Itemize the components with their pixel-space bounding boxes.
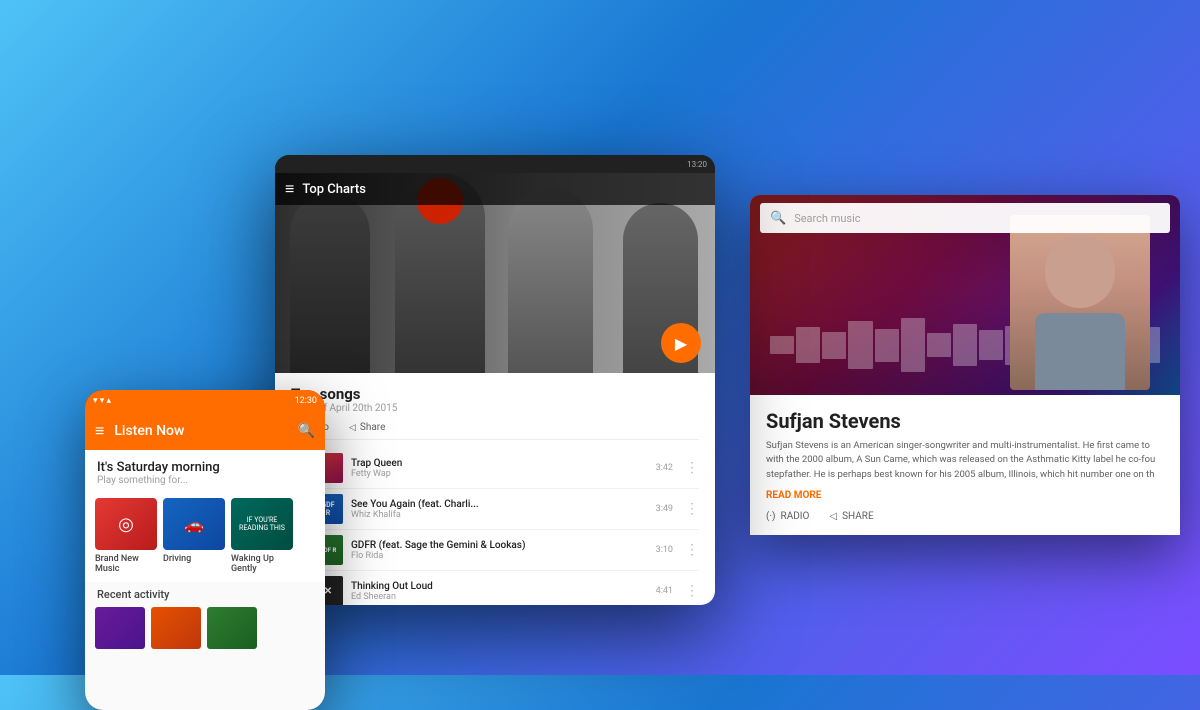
wave-bar-2 — [796, 327, 820, 363]
song-name-4: Thinking Out Loud — [351, 581, 648, 592]
search-icon[interactable]: 🔍 — [298, 423, 315, 439]
song-duration-2: 3:49 — [656, 504, 673, 514]
song-artist-3: Flo Rida — [351, 551, 648, 561]
song-artist-4: Ed Sheeran — [351, 592, 648, 602]
song-row-3[interactable]: 3 GDF R GDFR (feat. Sage the Gemini & Lo… — [291, 530, 699, 571]
song-duration-4: 4:41 — [656, 586, 673, 596]
song-more-3[interactable]: ⋮ — [685, 542, 699, 558]
laptop-radio-label: RADIO — [781, 511, 810, 522]
laptop-share-icon: ◁ — [829, 511, 837, 522]
phone-card-label-2: Waking Up Gently — [231, 554, 293, 574]
song-name-2: See You Again (feat. Charli... — [351, 499, 648, 510]
phone-card-img-driving: 🚗 — [163, 498, 225, 550]
menu-icon[interactable]: ≡ — [95, 421, 104, 441]
song-more-1[interactable]: ⋮ — [685, 460, 699, 476]
wave-bar-6 — [901, 318, 925, 372]
tablet-status-time: 13:20 — [687, 160, 707, 169]
laptop-radio-icon: (·) — [766, 511, 776, 522]
laptop-actions-row: (·) RADIO ◁ SHARE — [766, 511, 1164, 522]
phone-toolbar: ≡ Listen Now 🔍 — [85, 412, 325, 450]
laptop-panel: Sufjan Stevens Sufjan Stevens is an Amer… — [750, 395, 1180, 535]
phone-status-time: 12:30 — [295, 396, 317, 406]
phone-greeting: It's Saturday morning Play something for… — [85, 450, 325, 490]
tablet-actions-row: (·) Radio ◁ Share — [291, 422, 699, 440]
wave-bar-3 — [822, 332, 846, 359]
laptop-share-action[interactable]: ◁ SHARE — [829, 511, 873, 522]
share-icon: ◁ — [349, 423, 356, 433]
phone-device: ▾ ▾ ▴ 12:30 ≡ Listen Now 🔍 It's Saturday… — [85, 390, 325, 710]
song-artist-2: Whiz Khalifa — [351, 510, 648, 520]
song-more-2[interactable]: ⋮ — [685, 501, 699, 517]
phone-recent-row — [85, 603, 325, 653]
tablet-status-bar: 13:20 — [275, 155, 715, 173]
song-duration-3: 3:10 — [656, 545, 673, 555]
phone-content: It's Saturday morning Play something for… — [85, 450, 325, 710]
laptop-screen: 🔍 Search music Sufjan Stevens Sufjan Ste… — [750, 195, 1180, 535]
phone-card-img-brand-new-music: ◎ — [95, 498, 157, 550]
phone-card-driving[interactable]: 🚗 Driving — [163, 498, 225, 574]
tablet-panel: Top songs Week of April 20th 2015 (·) Ra… — [275, 373, 715, 605]
tablet-device: 13:20 ≡ Top Charts ▶ Top songs Week of A… — [275, 155, 715, 605]
song-more-4[interactable]: ⋮ — [685, 583, 699, 599]
laptop-hero: 🔍 Search music — [750, 195, 1180, 395]
wave-bar-9 — [979, 330, 1003, 360]
song-row-2[interactable]: 2 GDFR See You Again (feat. Charli... Wh… — [291, 489, 699, 530]
song-info-2: See You Again (feat. Charli... Whiz Khal… — [351, 499, 648, 520]
wave-bar-1 — [770, 336, 794, 354]
phone-card-brand-new-music[interactable]: ◎ Brand New Music — [95, 498, 157, 574]
share-label: Share — [360, 422, 385, 433]
laptop-search-placeholder: Search music — [794, 212, 1160, 225]
laptop-device: 🔍 Search music Sufjan Stevens Sufjan Ste… — [750, 195, 1180, 535]
tablet-toolbar-title: Top Charts — [302, 182, 366, 197]
wave-bar-7 — [927, 333, 951, 357]
phone-greeting-subtitle: Play something for... — [97, 475, 313, 486]
phone-recent-label: Recent activity — [85, 582, 325, 603]
song-duration-1: 3:42 — [656, 463, 673, 473]
song-row-1[interactable]: 1 Trap Queen Fetty Wap 3:42 ⋮ — [291, 448, 699, 489]
phone-recent-thumb-3 — [207, 607, 257, 649]
laptop-search-icon: 🔍 — [770, 211, 786, 226]
read-more-link[interactable]: READ MORE — [766, 490, 1164, 501]
wave-bar-5 — [875, 329, 899, 362]
tablet-songs-subtitle: Week of April 20th 2015 — [291, 403, 699, 414]
song-row-4[interactable]: 4 ✕ Thinking Out Loud Ed Sheeran 4:41 ⋮ — [291, 571, 699, 605]
laptop-search-bar[interactable]: 🔍 Search music — [760, 203, 1170, 233]
phone-greeting-title: It's Saturday morning — [97, 460, 313, 475]
phone-recent-thumb-2 — [151, 607, 201, 649]
phone-toolbar-title: Listen Now — [114, 423, 287, 439]
vinyl-icon: ◎ — [118, 514, 134, 535]
song-name-3: GDFR (feat. Sage the Gemini & Lookas) — [351, 540, 648, 551]
phone-recent-thumb-1 — [95, 607, 145, 649]
laptop-share-label: SHARE — [842, 511, 874, 522]
share-action[interactable]: ◁ Share — [349, 422, 385, 433]
phone-status-icons: ▾ ▾ ▴ — [93, 396, 111, 406]
artist-name: Sufjan Stevens — [766, 409, 1164, 433]
tablet-toolbar: ≡ Top Charts — [275, 173, 715, 205]
artist-portrait — [1010, 215, 1150, 390]
tablet-songs-title: Top songs — [291, 385, 699, 403]
phone-card-label-1: Driving — [163, 554, 225, 564]
phone-card-label-0: Brand New Music — [95, 554, 157, 574]
artist-head — [1045, 235, 1115, 308]
phone-cards-row: ◎ Brand New Music 🚗 Driving IF YOU'RE RE… — [85, 490, 325, 582]
laptop-radio-action[interactable]: (·) RADIO — [766, 511, 809, 522]
tablet-menu-icon[interactable]: ≡ — [285, 179, 294, 199]
song-info-3: GDFR (feat. Sage the Gemini & Lookas) Fl… — [351, 540, 648, 561]
road-icon: 🚗 — [184, 515, 204, 534]
artist-face — [1010, 215, 1150, 390]
phone-status-bar: ▾ ▾ ▴ 12:30 — [85, 390, 325, 412]
phone-card-waking-up[interactable]: IF YOU'RE READING THIS Waking Up Gently — [231, 498, 293, 574]
song-artist-1: Fetty Wap — [351, 469, 648, 479]
phone-card-img-waking-up: IF YOU'RE READING THIS — [231, 498, 293, 550]
song-info-1: Trap Queen Fetty Wap — [351, 458, 648, 479]
wave-bar-8 — [953, 324, 977, 366]
song-info-4: Thinking Out Loud Ed Sheeran — [351, 581, 648, 602]
artist-bio: Sufjan Stevens is an American singer-son… — [766, 439, 1164, 482]
play-button[interactable]: ▶ — [661, 323, 701, 363]
wave-bar-4 — [848, 321, 872, 369]
artist-body — [1035, 313, 1125, 390]
song-name-1: Trap Queen — [351, 458, 648, 469]
play-icon: ▶ — [675, 334, 687, 353]
